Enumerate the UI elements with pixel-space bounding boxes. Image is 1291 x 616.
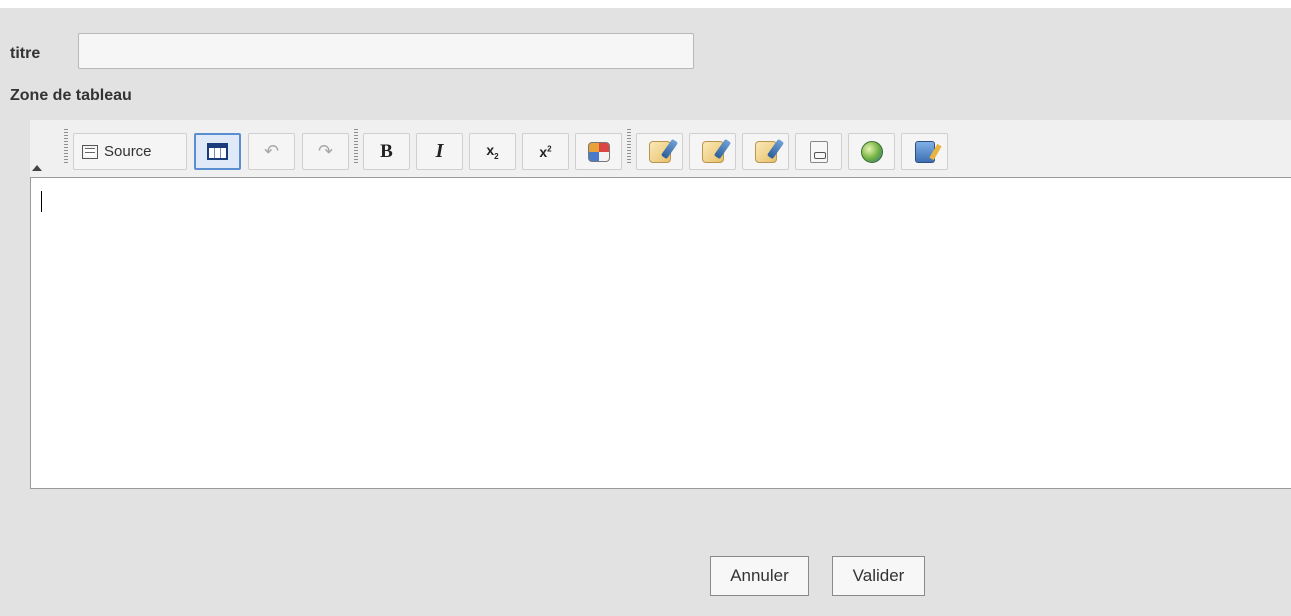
toolbar-grip-3[interactable] (627, 129, 631, 165)
cube-icon (587, 141, 610, 162)
toolbar-grip-2[interactable] (354, 129, 358, 165)
toolbar-collapse-icon[interactable] (32, 165, 42, 171)
square-root-pencil-icon (701, 140, 724, 163)
title-label: titre (10, 45, 41, 62)
subscript-icon: x2 (486, 142, 499, 161)
italic-icon: I (435, 140, 444, 162)
edit-pencil-button[interactable] (742, 133, 789, 170)
undo-icon: ↶ (263, 141, 280, 161)
validate-button[interactable]: Valider (832, 556, 925, 596)
sigma-pencil-icon (648, 140, 671, 163)
cancel-button[interactable]: Annuler (710, 556, 809, 596)
square-root-button[interactable] (689, 133, 736, 170)
source-label: Source (104, 143, 152, 160)
rich-text-editor: Source ↶ ↷ B I x2 x2 (30, 120, 1291, 489)
pencil-icon (754, 140, 777, 163)
source-button[interactable]: Source (73, 133, 187, 170)
special-char-button[interactable] (575, 133, 622, 170)
table-icon (207, 143, 228, 160)
superscript-icon: x2 (539, 143, 552, 160)
editor-toolbar: Source ↶ ↷ B I x2 x2 (30, 120, 1291, 178)
math-formula-button[interactable] (636, 133, 683, 170)
italic-button[interactable]: I (416, 133, 463, 170)
table-button[interactable] (194, 133, 241, 170)
source-icon (82, 144, 98, 159)
insert-link-button[interactable] (795, 133, 842, 170)
subscript-button[interactable]: x2 (469, 133, 516, 170)
title-input[interactable] (78, 33, 694, 69)
editor-content-area[interactable] (30, 178, 1291, 489)
redo-button[interactable]: ↷ (302, 133, 349, 170)
bold-button[interactable]: B (363, 133, 410, 170)
bold-icon: B (380, 140, 393, 162)
toolbar-grip-1[interactable] (64, 129, 68, 165)
text-caret (41, 191, 42, 212)
globe-icon (860, 140, 883, 163)
table-zone-label: Zone de tableau (10, 87, 132, 104)
undo-button[interactable]: ↶ (248, 133, 295, 170)
notes-button[interactable] (901, 133, 948, 170)
superscript-button[interactable]: x2 (522, 133, 569, 170)
document-link-icon (809, 140, 828, 163)
top-strip (0, 0, 1291, 8)
globe-button[interactable] (848, 133, 895, 170)
note-edit-icon (914, 140, 935, 163)
redo-icon: ↷ (317, 141, 334, 161)
